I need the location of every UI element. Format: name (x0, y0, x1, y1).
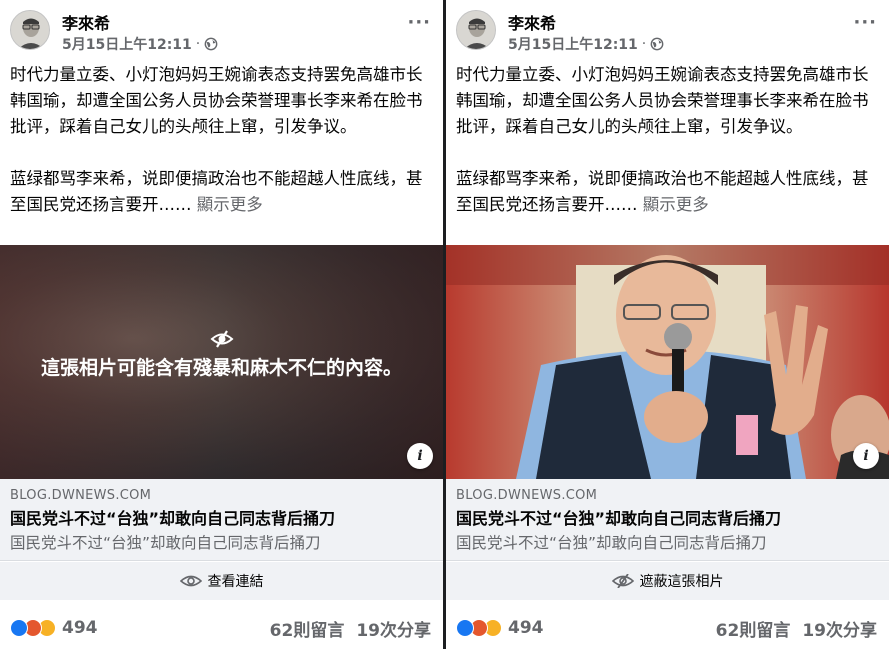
meta-separator: · (641, 36, 647, 52)
post-card-right: 李來希 5月15日上午12:11 · ··· 时代力量立委、小灯泡妈妈王婉谕表态… (446, 0, 889, 649)
hide-photo-label: 遮蔽這張相片 (639, 574, 724, 590)
link-domain: BLOG.DWNEWS.COM (456, 488, 598, 503)
see-more-link[interactable]: 顯示更多 (197, 195, 263, 214)
post-meta: 5月15日上午12:11 · (508, 34, 664, 54)
eye-icon (179, 575, 202, 587)
share-count[interactable]: 19次分享 (802, 616, 877, 641)
post-paragraph-2: 蓝绿都骂李来希，说即便搞政治也不能超越人性底线，甚至国民党还扬言要开…… 顯示更… (456, 166, 881, 218)
see-more-link[interactable]: 顯示更多 (643, 195, 709, 214)
like-reaction-icon (456, 619, 474, 637)
reaction-count: 494 (62, 618, 98, 638)
post-timestamp[interactable]: 5月15日上午12:11 (508, 34, 638, 54)
speaker-photo (446, 245, 889, 479)
link-preview[interactable]: BLOG.DWNEWS.COM 国民党斗不过“台独”却敢向自己同志背后捅刀 国民… (0, 479, 443, 561)
comment-count[interactable]: 62則留言 (716, 616, 791, 641)
post-meta: 5月15日上午12:11 · (62, 34, 218, 54)
meta-separator: · (195, 36, 201, 52)
info-icon[interactable]: i (853, 443, 879, 469)
author-avatar[interactable] (10, 10, 50, 50)
eye-slash-icon (210, 330, 233, 348)
globe-icon (204, 37, 218, 51)
info-icon[interactable]: i (407, 443, 433, 469)
view-link-label: 查看連結 (207, 574, 264, 590)
reaction-summary[interactable]: 494 (456, 618, 544, 638)
reaction-summary[interactable]: 494 (10, 618, 98, 638)
link-subtitle: 国民党斗不过“台独”却敢向自己同志背后捅刀 (10, 534, 321, 552)
author-name[interactable]: 李來希 (62, 10, 110, 34)
blurred-photo[interactable]: 這張相片可能含有殘暴和麻木不仁的內容。 i (0, 245, 443, 479)
hide-photo-button[interactable]: 遮蔽這張相片 (446, 562, 889, 600)
link-domain: BLOG.DWNEWS.COM (10, 488, 152, 503)
post-timestamp[interactable]: 5月15日上午12:11 (62, 34, 192, 54)
post-stats: 62則留言 19次分享 (270, 616, 431, 641)
more-options-button[interactable]: ··· (407, 12, 431, 33)
post-footer: 494 62則留言 19次分享 (10, 612, 431, 644)
post-stats: 62則留言 19次分享 (716, 616, 877, 641)
warning-text: 這張相片可能含有殘暴和麻木不仁的內容。 (40, 357, 402, 379)
author-avatar[interactable] (456, 10, 496, 50)
post-header: 李來希 5月15日上午12:11 · ··· (10, 8, 433, 56)
more-options-button[interactable]: ··· (853, 12, 877, 33)
link-preview[interactable]: BLOG.DWNEWS.COM 国民党斗不过“台独”却敢向自己同志背后捅刀 国民… (446, 479, 889, 561)
post-paragraph-2: 蓝绿都骂李来希，说即便搞政治也不能超越人性底线，甚至国民党还扬言要开…… 顯示更… (10, 166, 435, 218)
post-paragraph-1: 时代力量立委、小灯泡妈妈王婉谕表态支持罢免高雄市长韩国瑜，却遭全国公务人员协会荣… (456, 65, 869, 136)
post-footer: 494 62則留言 19次分享 (456, 612, 877, 644)
eye-slash-icon (611, 574, 634, 588)
link-title: 国民党斗不过“台独”却敢向自己同志背后捅刀 (10, 509, 336, 528)
post-body: 时代力量立委、小灯泡妈妈王婉谕表态支持罢免高雄市长韩国瑜，却遭全国公务人员协会荣… (10, 62, 435, 218)
like-reaction-icon (10, 619, 28, 637)
post-header: 李來希 5月15日上午12:11 · ··· (456, 8, 879, 56)
post-photo[interactable]: i (446, 245, 889, 479)
comment-count[interactable]: 62則留言 (270, 616, 345, 641)
globe-icon (650, 37, 664, 51)
link-subtitle: 国民党斗不过“台独”却敢向自己同志背后捅刀 (456, 534, 767, 552)
share-count[interactable]: 19次分享 (356, 616, 431, 641)
view-link-button[interactable]: 查看連結 (0, 562, 443, 600)
author-name[interactable]: 李來希 (508, 10, 556, 34)
reaction-count: 494 (508, 618, 544, 638)
post-paragraph-1: 时代力量立委、小灯泡妈妈王婉谕表态支持罢免高雄市长韩国瑜，却遭全国公务人员协会荣… (10, 65, 423, 136)
post-card-left: 李來希 5月15日上午12:11 · ··· 时代力量立委、小灯泡妈妈王婉谕表态… (0, 0, 443, 649)
link-title: 国民党斗不过“台独”却敢向自己同志背后捅刀 (456, 509, 782, 528)
post-body: 时代力量立委、小灯泡妈妈王婉谕表态支持罢免高雄市长韩国瑜，却遭全国公务人员协会荣… (456, 62, 881, 218)
sensitive-content-warning: 這張相片可能含有殘暴和麻木不仁的內容。 (0, 327, 443, 379)
